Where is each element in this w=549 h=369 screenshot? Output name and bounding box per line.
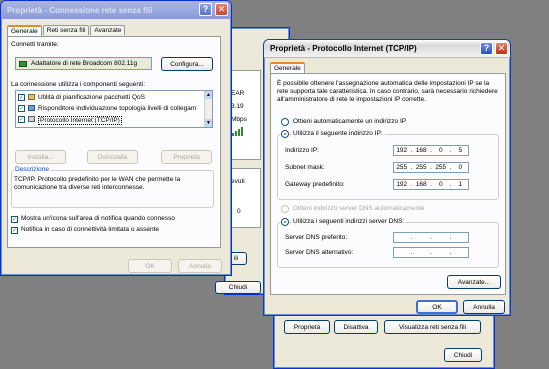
install-button[interactable]: Installa... bbox=[15, 150, 66, 164]
dns-preferred-label: Server DNS preferito: bbox=[285, 234, 348, 241]
auto-ip-label: Ottieni automaticamente un indirizzo IP bbox=[293, 118, 407, 125]
ip-octet-3: 0 bbox=[438, 147, 443, 154]
topology-icon bbox=[28, 105, 35, 111]
component-label-qos: Utilità di pianificazione pacchetti QoS bbox=[38, 94, 145, 101]
ok-button[interactable]: OK bbox=[128, 259, 172, 273]
adapter-field: Adattatore di rete Broadcom 802.11g bbox=[15, 57, 152, 70]
signal-bars-icon bbox=[232, 126, 246, 136]
tcpip-help-icon[interactable]: ? bbox=[480, 42, 493, 55]
tcpip-cancel-button[interactable]: Annulla bbox=[463, 300, 505, 314]
disable-button[interactable]: Disattiva bbox=[334, 320, 378, 334]
intro-text: È possibile ottenere l'assegnazione auto… bbox=[277, 80, 498, 103]
manual-dns-radio[interactable] bbox=[281, 218, 289, 226]
dns-group bbox=[277, 222, 499, 268]
subnet-mask-field[interactable]: 255. 255. 255. 0 bbox=[393, 162, 469, 173]
properties-button[interactable]: Proprietà bbox=[161, 150, 212, 164]
list-scrollbar[interactable]: ▲ ▼ bbox=[204, 91, 212, 127]
gw-octet-1: 192 bbox=[396, 181, 408, 188]
network-adapter-icon bbox=[19, 60, 27, 67]
show-icon-label: Mostra un'icona sull'area di notifica qu… bbox=[21, 215, 175, 222]
protocol-icon bbox=[28, 116, 35, 122]
ip-octet-1: 192 bbox=[396, 147, 408, 154]
manual-ip-radio[interactable] bbox=[281, 130, 289, 138]
tab-generale[interactable]: Generale bbox=[7, 25, 42, 36]
auto-dns-radio[interactable] bbox=[281, 205, 289, 213]
ip-octet-4: 5 bbox=[458, 147, 463, 154]
gateway-field[interactable]: 192. 168. 0. 1 bbox=[393, 179, 469, 190]
component-checkbox-topology[interactable]: ✓ bbox=[18, 105, 25, 112]
tab-avanzate[interactable]: Avanzate bbox=[90, 25, 126, 35]
connection-properties-window: Proprietà - Connessione rete senza fili … bbox=[0, 0, 232, 276]
gateway-label: Gateway predefinito: bbox=[285, 181, 345, 188]
manual-dns-label: Utilizza i seguenti indirizzi server DNS… bbox=[291, 218, 407, 225]
manual-ip-label: Utilizza il seguente indirizzo IP: bbox=[291, 130, 385, 137]
tcpip-tabstrip: Generale bbox=[270, 62, 306, 73]
view-wireless-networks-button[interactable]: Visualizza reti senza fili bbox=[384, 320, 481, 334]
description-text: TCP/IP. Protocollo predefinito per le WA… bbox=[14, 176, 181, 191]
component-checkbox-qos[interactable]: ✓ bbox=[18, 94, 25, 101]
status-close-button[interactable]: Chiudi bbox=[215, 281, 261, 294]
auto-dns-label: Ottieni indirizzo server DNS automaticam… bbox=[293, 205, 425, 212]
scroll-up-icon[interactable]: ▲ bbox=[205, 91, 212, 99]
gw-octet-4: 1 bbox=[458, 181, 463, 188]
components-label: La connessione utilizza i componenti seg… bbox=[11, 81, 146, 88]
notify-label: Notifica in caso di connettività limitat… bbox=[21, 226, 160, 233]
gw-octet-3: 0 bbox=[438, 181, 443, 188]
component-label-topology: Risponditore individuazione topologia li… bbox=[38, 105, 197, 112]
status-properties-button[interactable]: Proprietà bbox=[284, 320, 330, 334]
ip-address-field[interactable]: 192. 168. 0. 5 bbox=[393, 145, 469, 156]
auto-ip-radio[interactable] bbox=[281, 118, 289, 126]
gw-octet-2: 168 bbox=[415, 181, 427, 188]
help-icon[interactable]: ? bbox=[199, 3, 212, 16]
tab-tcpip-generale[interactable]: Generale bbox=[270, 62, 305, 73]
status-fragment-zero: 0 bbox=[237, 208, 241, 215]
component-label-tcpip: Protocollo Internet (TCP/IP) bbox=[38, 116, 122, 125]
adapter-name: Adattatore di rete Broadcom 802.11g bbox=[31, 60, 138, 67]
dns-preferred-field[interactable]: . . . bbox=[393, 232, 469, 243]
tcpip-general-panel: È possibile ottenere l'assegnazione auto… bbox=[270, 73, 506, 295]
configure-button[interactable]: Configura... bbox=[161, 57, 213, 71]
tab-reti-senza-fili[interactable]: Reti senza fili bbox=[42, 25, 90, 35]
tcpip-titlebar[interactable]: Proprietà - Protocollo Internet (TCP/IP) bbox=[264, 40, 510, 58]
connection-general-panel: Connetti tramite: Adattatore di rete Bro… bbox=[7, 36, 221, 248]
scroll-down-icon[interactable]: ▼ bbox=[205, 119, 212, 127]
tcpip-ok-button[interactable]: OK bbox=[416, 300, 458, 314]
tcpip-properties-window: Proprietà - Protocollo Internet (TCP/IP)… bbox=[263, 39, 511, 316]
mask-octet-2: 255 bbox=[415, 164, 427, 171]
status-fragment-received: evuti bbox=[231, 178, 245, 185]
connection-tabstrip: Generale Reti senza fili Avanzate bbox=[7, 25, 126, 36]
dns-alternate-label: Server DNS alternativo: bbox=[285, 249, 354, 256]
mask-octet-3: 255 bbox=[435, 164, 447, 171]
description-label: Descrizione bbox=[14, 166, 50, 173]
status-panel bbox=[229, 70, 261, 160]
status-fragment-speed: 3.19 bbox=[231, 103, 244, 110]
status-fragment-ear: EAR bbox=[231, 90, 245, 97]
qos-icon bbox=[28, 94, 35, 100]
close-icon[interactable]: ✕ bbox=[215, 3, 228, 16]
activity-panel bbox=[229, 168, 261, 228]
ip-address-label: Indirizzo IP: bbox=[285, 147, 319, 154]
show-icon-checkbox[interactable]: ✓ bbox=[11, 216, 18, 223]
tcpip-close-icon[interactable]: ✕ bbox=[495, 42, 508, 55]
advanced-button[interactable]: Avanzate... bbox=[447, 275, 501, 289]
mask-octet-1: 255 bbox=[396, 164, 408, 171]
cancel-button[interactable]: Annulla bbox=[178, 259, 222, 273]
uninstall-button[interactable]: Disinstalla bbox=[87, 150, 138, 164]
components-list[interactable]: ✓ Utilità di pianificazione pacchetti Qo… bbox=[15, 90, 213, 128]
mask-octet-4: 0 bbox=[458, 164, 463, 171]
dns-alternate-field[interactable]: . . . bbox=[393, 247, 469, 258]
connect-using-label: Connetti tramite: bbox=[11, 41, 59, 48]
component-checkbox-tcpip[interactable]: ✓ bbox=[18, 116, 25, 123]
tcpip-title: Proprietà - Protocollo Internet (TCP/IP) bbox=[270, 44, 417, 53]
subnet-mask-label: Subnet mask: bbox=[285, 164, 325, 171]
status-fragment-mbps: Mbps bbox=[231, 116, 247, 123]
ip-octet-2: 168 bbox=[415, 147, 427, 154]
connection-properties-title: Proprietà - Connessione rete senza fili bbox=[7, 5, 153, 15]
connection-properties-titlebar[interactable]: Proprietà - Connessione rete senza fili bbox=[1, 1, 231, 19]
close-button[interactable]: Chiudi bbox=[444, 348, 482, 362]
notify-checkbox[interactable]: ✓ bbox=[11, 227, 18, 234]
